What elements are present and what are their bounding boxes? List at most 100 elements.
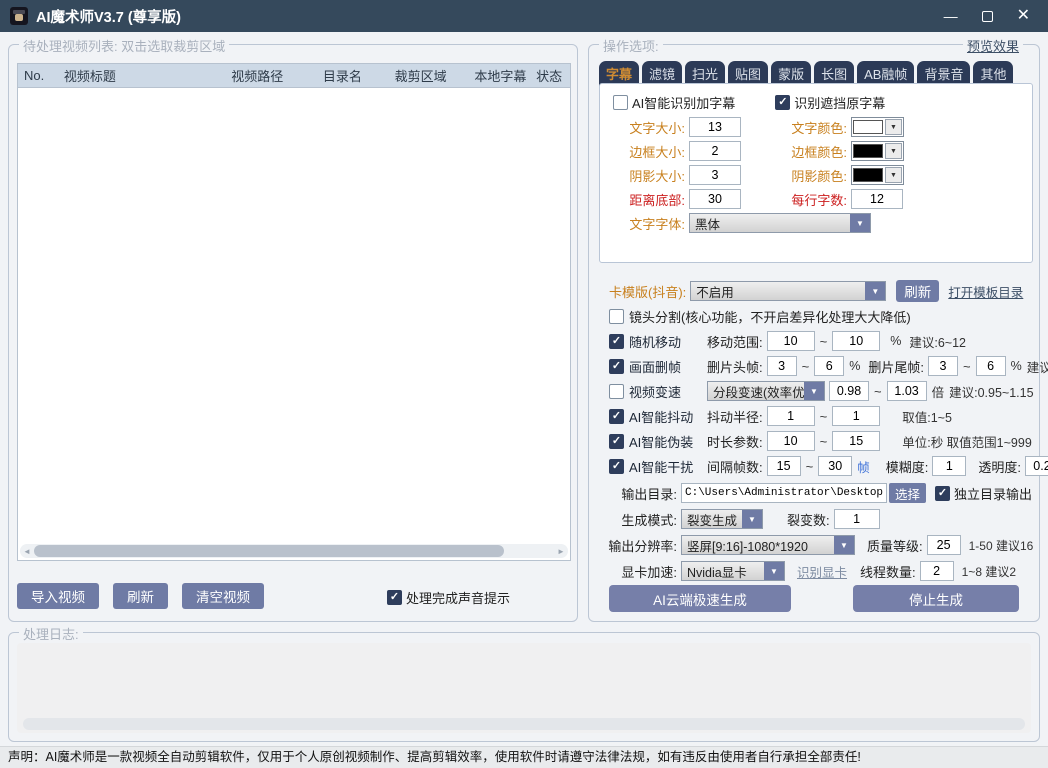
gen-mode-dropdown[interactable]: 裂变生成 ▼ xyxy=(681,509,763,529)
lens-split-checkbox[interactable] xyxy=(609,309,624,324)
resolution-value: 竖屏[9:16]-1080*1920 xyxy=(682,536,834,555)
opacity-input[interactable] xyxy=(1025,456,1048,476)
font-family-dropdown[interactable]: 黑体 ▼ xyxy=(689,213,871,233)
random-move-checkbox[interactable]: ✓ xyxy=(609,334,624,349)
chevron-down-icon[interactable]: ▼ xyxy=(742,510,762,528)
tail-frames-min-input[interactable] xyxy=(928,356,958,376)
font-size-row: 文字大小: 文字颜色: ▼ xyxy=(613,117,904,137)
border-color-dropdown[interactable]: ▼ xyxy=(851,141,904,161)
shadow-size-input[interactable] xyxy=(689,165,741,185)
ai-interfere-checkbox[interactable]: ✓ xyxy=(609,459,624,474)
resolution-dropdown[interactable]: 竖屏[9:16]-1080*1920 ▼ xyxy=(681,535,855,555)
font-color-swatch xyxy=(853,120,883,134)
chevron-down-icon[interactable]: ▼ xyxy=(804,382,824,400)
import-video-button[interactable]: 导入视频 xyxy=(17,583,99,609)
speed-change-checkbox[interactable] xyxy=(609,384,624,399)
tilde-separator: ~ xyxy=(963,359,971,374)
shadow-color-dropdown[interactable]: ▼ xyxy=(851,165,904,185)
independent-dir-checkbox[interactable]: ✓ xyxy=(935,486,950,501)
output-dir-row: 输出目录: 选择 ✓ 独立目录输出 xyxy=(609,483,1032,503)
jitter-min-input[interactable] xyxy=(767,406,815,426)
quality-input[interactable] xyxy=(927,535,961,555)
fission-count-input[interactable] xyxy=(834,509,880,529)
duration-param-label: 时长参数: xyxy=(707,432,763,451)
duration-min-input[interactable] xyxy=(767,431,815,451)
font-family-value: 黑体 xyxy=(690,214,850,233)
bottom-distance-input[interactable] xyxy=(689,189,741,209)
ai-disguise-checkbox[interactable]: ✓ xyxy=(609,434,624,449)
col-crop: 裁剪区域 xyxy=(389,66,469,85)
speed-max-input[interactable] xyxy=(887,381,927,401)
fission-count-label: 裂变数: xyxy=(787,510,830,529)
duration-max-input[interactable] xyxy=(832,431,880,451)
chevron-down-icon[interactable]: ▼ xyxy=(850,214,870,232)
interval-max-input[interactable] xyxy=(818,456,852,476)
jitter-max-input[interactable] xyxy=(832,406,880,426)
chevron-down-icon[interactable]: ▼ xyxy=(865,282,885,300)
ai-disguise-label: AI智能伪装 xyxy=(629,432,707,451)
font-family-label: 文字字体: xyxy=(613,214,685,233)
mask-original-subtitle-checkbox[interactable]: ✓ xyxy=(775,95,790,110)
chars-per-line-input[interactable] xyxy=(851,189,903,209)
ai-jitter-checkbox[interactable]: ✓ xyxy=(609,409,624,424)
speed-mode-value: 分段变速(效率优先) xyxy=(708,382,804,401)
col-subtitle: 本地字幕 xyxy=(468,66,530,85)
maximize-icon[interactable] xyxy=(982,11,993,22)
dropdown-arrow-icon[interactable]: ▼ xyxy=(885,143,902,159)
frame-delete-checkbox[interactable]: ✓ xyxy=(609,359,624,374)
detect-gpu-link[interactable]: 识别显卡 xyxy=(797,562,847,581)
chevron-down-icon[interactable]: ▼ xyxy=(764,562,784,580)
dropdown-arrow-icon[interactable]: ▼ xyxy=(885,119,902,135)
speed-min-input[interactable] xyxy=(829,381,869,401)
speed-mode-dropdown[interactable]: 分段变速(效率优先) ▼ xyxy=(707,381,825,401)
output-dir-input[interactable] xyxy=(681,483,887,503)
log-hscrollbar[interactable] xyxy=(23,718,1025,730)
chevron-down-icon[interactable]: ▼ xyxy=(834,536,854,554)
threads-input[interactable] xyxy=(920,561,954,581)
move-range-min-input[interactable] xyxy=(767,331,815,351)
template-dropdown[interactable]: 不启用 ▼ xyxy=(690,281,886,301)
interval-min-input[interactable] xyxy=(767,456,801,476)
ai-add-subtitle-checkbox[interactable] xyxy=(613,95,628,110)
window-controls: — ✕ xyxy=(944,8,1038,24)
video-table[interactable]: No. 视频标题 视频路径 目录名 裁剪区域 本地字幕 状态 ◄ ► xyxy=(17,63,571,561)
scrollbar-thumb[interactable] xyxy=(34,545,504,557)
lens-split-row: 镜头分割(核心功能，不开启差异化处理大大降低) xyxy=(609,307,911,326)
close-icon[interactable]: ✕ xyxy=(1017,8,1030,24)
sound-alert-label: 处理完成声音提示 xyxy=(406,588,510,607)
speed-hint: 建议:0.95~1.15 xyxy=(949,382,1033,401)
dropdown-arrow-icon[interactable]: ▼ xyxy=(885,167,902,183)
head-frames-max-input[interactable] xyxy=(814,356,844,376)
video-list-hscrollbar[interactable]: ◄ ► xyxy=(20,544,568,558)
head-frames-min-input[interactable] xyxy=(767,356,797,376)
move-range-max-input[interactable] xyxy=(832,331,880,351)
font-size-input[interactable] xyxy=(689,117,741,137)
select-dir-button[interactable]: 选择 xyxy=(889,483,926,503)
scroll-right-icon[interactable]: ► xyxy=(554,547,568,556)
tilde-separator: ~ xyxy=(802,359,810,374)
tilde-separator: ~ xyxy=(820,334,828,349)
sound-alert-checkbox[interactable]: ✓ 处理完成声音提示 xyxy=(387,588,510,607)
blur-input[interactable] xyxy=(932,456,966,476)
checkbox-checked-icon[interactable]: ✓ xyxy=(387,590,402,605)
template-row: 卡模版(抖音): 不启用 ▼ 刷新 打开模板目录 xyxy=(609,280,1023,302)
minimize-icon[interactable]: — xyxy=(944,9,958,23)
refresh-list-button[interactable]: 刷新 xyxy=(113,583,168,609)
log-area[interactable] xyxy=(17,643,1031,733)
stop-generate-button[interactable]: 停止生成 xyxy=(853,585,1019,612)
tail-frames-max-input[interactable] xyxy=(976,356,1006,376)
cloud-generate-button[interactable]: AI云端极速生成 xyxy=(609,585,791,612)
log-group: 处理日志: xyxy=(8,632,1040,742)
border-color-swatch xyxy=(853,144,883,158)
template-refresh-button[interactable]: 刷新 xyxy=(896,280,939,302)
scroll-left-icon[interactable]: ◄ xyxy=(20,547,34,556)
jitter-hint: 取值:1~5 xyxy=(902,407,952,426)
gpu-row: 显卡加速: Nvidia显卡 ▼ 识别显卡 线程数量: 1~8 建议2 xyxy=(609,561,1016,581)
border-size-input[interactable] xyxy=(689,141,741,161)
preview-effect-link[interactable]: 预览效果 xyxy=(967,39,1019,54)
font-color-dropdown[interactable]: ▼ xyxy=(851,117,904,137)
gpu-dropdown[interactable]: Nvidia显卡 ▼ xyxy=(681,561,785,581)
open-template-dir-link[interactable]: 打开模板目录 xyxy=(948,282,1023,301)
clear-videos-button[interactable]: 清空视频 xyxy=(182,583,264,609)
app-icon xyxy=(10,7,28,25)
